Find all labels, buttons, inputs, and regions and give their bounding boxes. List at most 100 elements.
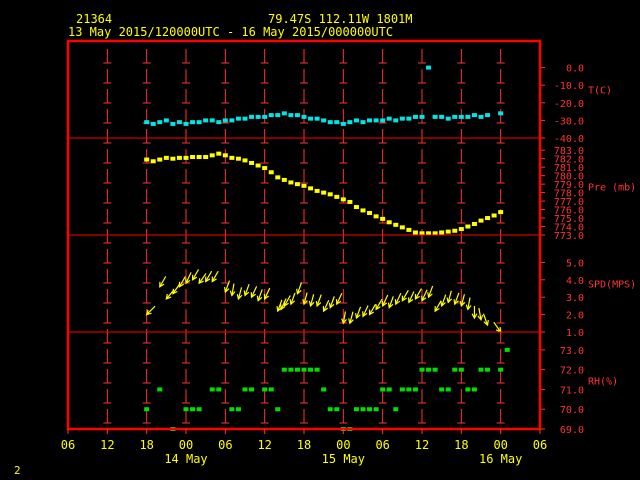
humidity-point (242, 387, 248, 392)
pressure-point (399, 225, 405, 230)
humidity-point (393, 407, 399, 412)
pressure-point (445, 229, 451, 234)
wind-arrow (172, 283, 181, 295)
temperature-point (144, 120, 150, 125)
humidity-point (380, 387, 386, 392)
pressure-point (321, 190, 327, 195)
humidity-point (439, 387, 445, 392)
humidity-point (353, 407, 359, 412)
pressure-point (294, 182, 300, 187)
pressure-point (347, 199, 353, 204)
pressure-point (222, 153, 228, 158)
pressure-point (235, 156, 241, 161)
y-tick-label: -40.0 (554, 134, 584, 145)
temperature-point (222, 118, 228, 123)
pressure-point (334, 194, 340, 199)
humidity-point (386, 387, 392, 392)
pressure-point (281, 177, 287, 182)
wind-arrow (243, 283, 250, 297)
temperature-point (340, 121, 346, 126)
temperature-point (203, 118, 209, 123)
panel-label-pressure: Pre (mb) (588, 183, 636, 194)
wind-arrow (250, 286, 258, 299)
temperature-point (216, 120, 222, 125)
pressure-point (465, 224, 471, 229)
pressure-point (380, 216, 386, 221)
wind-arrow (159, 276, 167, 288)
temperature-point (190, 120, 196, 125)
pressure-point (157, 157, 163, 162)
x-tick-label: 06 (533, 438, 547, 452)
temperature-point (235, 116, 241, 121)
humidity-point (314, 367, 320, 372)
humidity-point (406, 387, 412, 392)
humidity-point (321, 387, 327, 392)
humidity-point (367, 407, 373, 412)
wind-arrow (471, 306, 478, 320)
y-tick-label: 73.0 (560, 346, 584, 357)
humidity-point (209, 387, 215, 392)
humidity-point (452, 367, 458, 372)
x-tick-label: 18 (139, 438, 153, 452)
wind-arrow (289, 292, 296, 306)
wind-arrow (236, 287, 243, 301)
pressure-point (209, 153, 215, 158)
humidity-point (275, 407, 281, 412)
temperature-point (150, 121, 156, 126)
pressure-point (242, 158, 248, 163)
x-tick-label: 06 (375, 438, 389, 452)
humidity-point (419, 367, 425, 372)
y-tick-label: -20.0 (554, 99, 584, 110)
humidity-point (301, 367, 307, 372)
pressure-point (190, 155, 196, 160)
wind-arrow (341, 311, 347, 325)
humidity-point (498, 367, 504, 372)
pressure-point (452, 228, 458, 233)
x-tick-label: 06 (218, 438, 232, 452)
temperature-point (281, 111, 287, 116)
x-tick-label: 12 (100, 438, 114, 452)
humidity-point (294, 367, 300, 372)
wind-arrow (477, 307, 484, 322)
wind-arrow (145, 305, 156, 316)
humidity-point (426, 367, 432, 372)
plot-area: 0.0-10.0-20.0-30.0-40.0T(C)783.0782.0781… (61, 39, 636, 466)
humidity-point (360, 407, 366, 412)
temperature-point (334, 120, 340, 125)
day-label: 15 May (322, 452, 365, 466)
wind-arrow (493, 321, 502, 334)
wind-arrow (362, 305, 369, 318)
pressure-point (229, 155, 235, 160)
pressure-point (176, 155, 182, 160)
x-tick-label: 00 (336, 438, 350, 452)
temperature-point (360, 120, 366, 125)
temperature-point (373, 118, 379, 123)
humidity-point (327, 407, 333, 412)
humidity-point (281, 367, 287, 372)
humidity-point (432, 367, 438, 372)
temperature-point (412, 114, 418, 119)
wind-arrow (414, 288, 422, 301)
temperature-point (386, 116, 392, 121)
pressure-point (373, 214, 379, 219)
y-tick-label: 72.0 (560, 366, 584, 377)
humidity-point (229, 407, 235, 412)
pressure-point (491, 213, 497, 218)
wind-arrow (401, 289, 409, 302)
temperature-point (294, 113, 300, 118)
temperature-point (452, 114, 458, 119)
temperature-point (288, 113, 294, 118)
pressure-point (314, 188, 320, 193)
panel-label-humidity: RH(%) (588, 377, 618, 388)
y-tick-label: -30.0 (554, 116, 584, 127)
humidity-point (399, 387, 405, 392)
pressure-point (196, 155, 202, 160)
pressure-point (203, 155, 209, 160)
temperature-point (209, 118, 215, 123)
pressure-point (327, 192, 333, 197)
pressure-point (268, 170, 274, 175)
pressure-point (308, 186, 314, 191)
temperature-point (163, 118, 169, 123)
temperature-point (242, 116, 248, 121)
pressure-point (163, 155, 169, 160)
